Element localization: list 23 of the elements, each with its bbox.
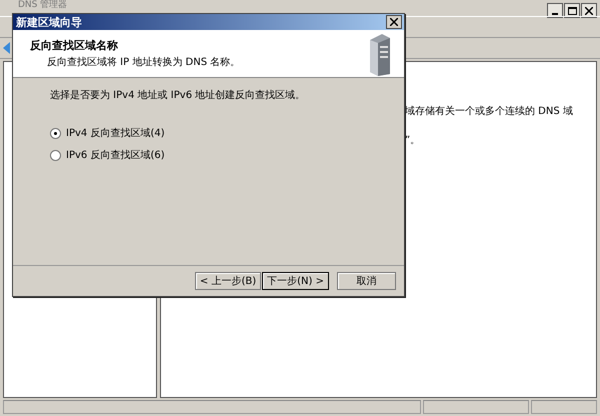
status-bar-panel	[531, 400, 597, 414]
close-icon[interactable]	[390, 18, 398, 26]
question-text: 选择是否要为 IPv4 地址或 IPv6 地址创建反向查找区域。	[50, 88, 306, 102]
dialog-title: 新建区域向导	[16, 14, 82, 30]
radio-option[interactable]: IPv6 反向查找区域(6)	[50, 148, 404, 162]
close-button[interactable]	[581, 3, 597, 18]
wizard-button[interactable]: 取消	[337, 272, 396, 290]
maximize-icon[interactable]	[568, 6, 576, 14]
description-text: 域存储有关一个或多个连续的 DNS 域	[405, 104, 574, 118]
window-title: DNS 管理器	[18, 0, 68, 11]
server-icon	[368, 34, 392, 76]
radio-button[interactable]	[50, 150, 61, 160]
wizard-button[interactable]: 下一步(N) >	[262, 272, 329, 290]
radio-option[interactable]: IPv4 反向查找区域(4)	[50, 126, 404, 140]
minimize-button[interactable]	[547, 3, 563, 18]
close-button[interactable]	[386, 15, 402, 29]
radio-button[interactable]	[50, 128, 61, 138]
page-heading: 反向查找区域名称	[30, 38, 119, 53]
maximize-button[interactable]	[564, 3, 580, 18]
description-text: ”。	[405, 134, 422, 147]
close-icon[interactable]	[585, 6, 593, 14]
wizard-button[interactable]: < 上一步(B)	[194, 272, 262, 290]
page-subheading: 反向查找区域将 IP 地址转换为 DNS 名称。	[46, 56, 240, 69]
